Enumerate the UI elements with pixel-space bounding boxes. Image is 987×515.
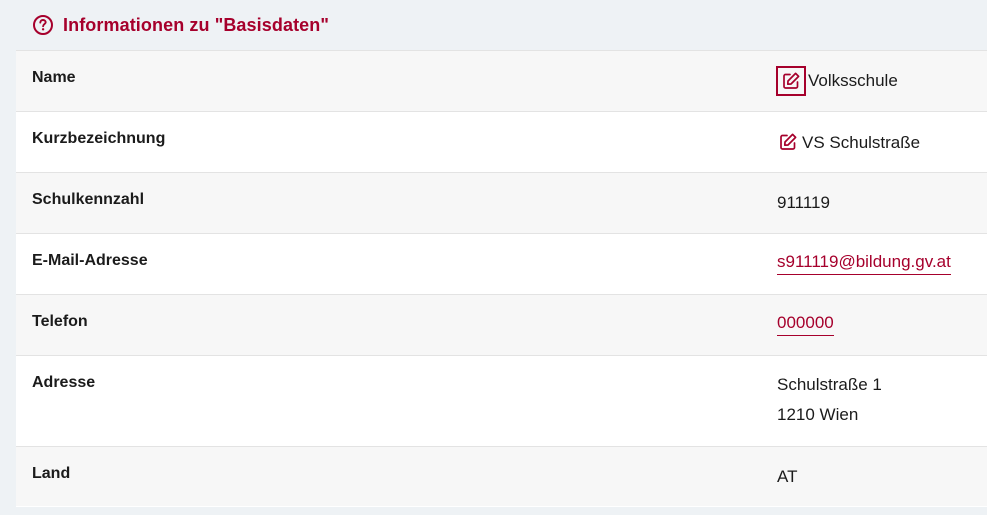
table-row-adresse: Adresse Schulstraße 1 1210 Wien	[16, 355, 987, 446]
row-label: E-Mail-Adresse	[32, 252, 148, 269]
edit-kurzbezeichnung-button[interactable]	[777, 132, 799, 154]
row-label: Land	[32, 465, 71, 482]
page-title: Informationen zu "Basisdaten"	[63, 14, 330, 35]
address-line-street: Schulstraße 1	[777, 375, 882, 394]
info-header: Informationen zu "Basisdaten"	[0, 0, 987, 50]
table-row-telefon: Telefon 000000	[16, 294, 987, 355]
land-value: AT	[777, 467, 798, 486]
row-label: Kurzbezeichnung	[32, 130, 166, 147]
table-row-kurzbezeichnung: Kurzbezeichnung VS Schulstraße	[16, 111, 987, 172]
edit-name-button[interactable]	[776, 66, 806, 96]
row-label: Adresse	[32, 374, 96, 391]
edit-pencil-icon	[780, 133, 797, 150]
edit-pencil-icon	[783, 72, 800, 89]
email-link[interactable]: s911119@bildung.gv.at	[777, 250, 951, 275]
row-label: Schulkennzahl	[32, 191, 145, 208]
basisdaten-panel: Informationen zu "Basisdaten" Name Volks…	[0, 0, 987, 507]
kurzbezeichnung-value: VS Schulstraße	[802, 133, 921, 152]
address-value: Schulstraße 1 1210 Wien	[777, 370, 882, 430]
row-label: Name	[32, 69, 76, 86]
help-circle-icon	[32, 14, 54, 36]
table-row-email: E-Mail-Adresse s911119@bildung.gv.at	[16, 233, 987, 294]
table-row-name: Name Volksschule	[16, 50, 987, 111]
row-value: 000000	[777, 311, 834, 336]
name-value: Volksschule	[808, 71, 898, 90]
row-value: Volksschule	[776, 66, 898, 96]
schulkennzahl-value: 911119	[777, 193, 830, 212]
row-label: Telefon	[32, 313, 88, 330]
phone-link[interactable]: 000000	[777, 311, 834, 336]
table-row-land: Land AT	[16, 446, 987, 506]
table-row-schulkennzahl: Schulkennzahl 911119	[16, 172, 987, 233]
row-value: VS Schulstraße	[777, 128, 920, 158]
address-line-city: 1210 Wien	[777, 405, 859, 424]
row-value: s911119@bildung.gv.at	[777, 250, 951, 275]
